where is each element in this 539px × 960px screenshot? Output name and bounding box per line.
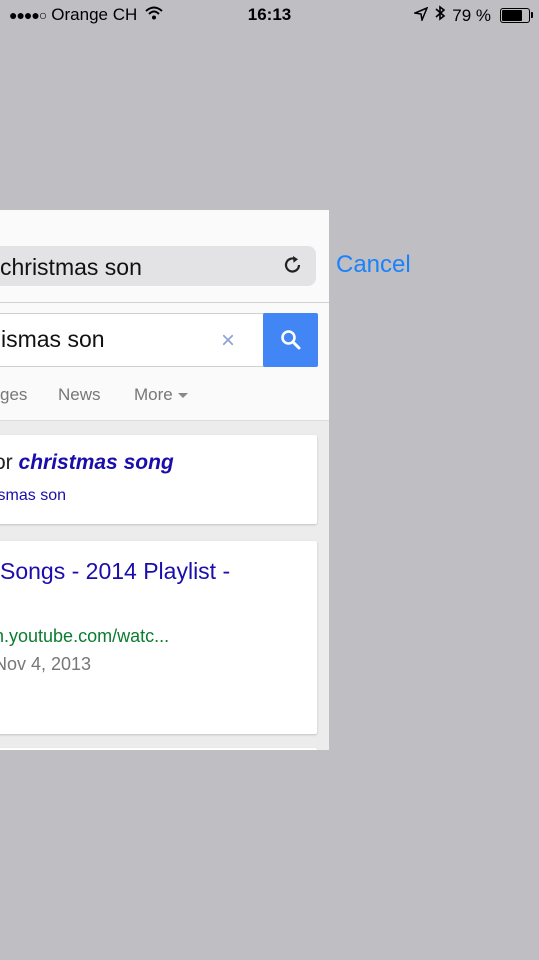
browser-tab-preview[interactable]: christmas son ismas son × ges News More … (0, 210, 329, 750)
google-search-input[interactable]: ismas son × (0, 313, 264, 367)
corrected-query-link[interactable]: christmas song (19, 451, 174, 474)
battery-icon (500, 8, 533, 23)
search-instead-link[interactable]: ismas son (0, 487, 66, 505)
tab-more-label: More (134, 385, 173, 404)
caret-down-icon (177, 393, 188, 399)
did-you-mean-card: or christmas song ismas son (0, 435, 317, 524)
showing-prefix: or (0, 451, 13, 474)
divider (0, 302, 329, 303)
tab-more[interactable]: More (134, 385, 188, 405)
search-icon (281, 330, 301, 350)
result-card: Songs - 2014 Playlist - n.youtube.com/wa… (0, 541, 317, 734)
cancel-button[interactable]: Cancel (336, 251, 411, 279)
tab-news[interactable]: News (58, 385, 101, 405)
address-bar-text: christmas son (0, 254, 142, 280)
result-card (0, 748, 317, 750)
battery-percent: 79 % (452, 5, 491, 25)
search-tabs: ges News More (0, 385, 329, 421)
result-date: Nov 4, 2013 (0, 654, 92, 674)
search-query: ismas son (1, 326, 105, 352)
result-title-link[interactable]: Songs - 2014 Playlist - (0, 558, 230, 585)
result-url: n.youtube.com/watc... (0, 626, 170, 646)
status-bar: ●●●●○ Orange CH 16:13 79 % (0, 0, 539, 32)
tab-images[interactable]: ges (0, 385, 27, 405)
address-bar[interactable]: christmas son (0, 246, 316, 286)
clear-icon[interactable]: × (221, 327, 235, 355)
location-arrow-icon (412, 6, 429, 26)
reload-icon[interactable] (282, 254, 304, 276)
showing-results-line: or christmas song (0, 451, 174, 475)
bluetooth-icon (434, 5, 446, 26)
search-button[interactable] (263, 313, 318, 367)
google-search-bar: ismas son × (0, 313, 318, 367)
